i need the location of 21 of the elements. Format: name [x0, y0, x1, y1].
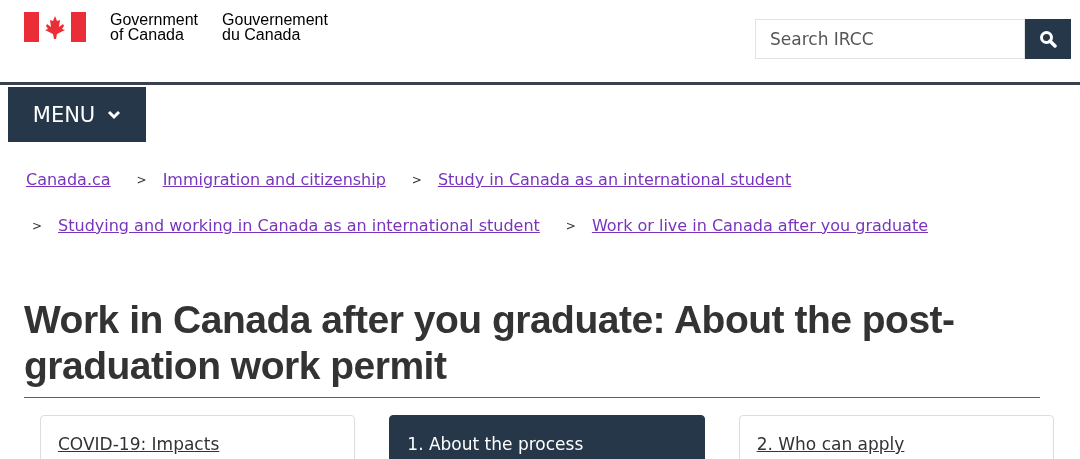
- breadcrumb-separator: >: [565, 218, 576, 235]
- breadcrumb-link[interactable]: Studying and working in Canada as an international student: [58, 216, 540, 236]
- breadcrumb-separator: >: [32, 218, 43, 235]
- breadcrumb-separator: >: [411, 172, 422, 189]
- breadcrumb-link[interactable]: Canada.ca: [26, 170, 111, 190]
- search-field[interactable]: Search IRCC: [755, 19, 1025, 59]
- search-icon: [1039, 30, 1057, 48]
- government-wordmark: Government of Canada: [110, 12, 199, 42]
- government-wordmark: Gouvernement du Canada: [222, 12, 328, 42]
- step-tab[interactable]: 1. About the process: [389, 415, 705, 459]
- step-tab[interactable]: COVID-19: Impacts: [40, 415, 356, 459]
- breadcrumb-separator: >: [136, 172, 147, 189]
- step-tab[interactable]: 2. Who can apply: [738, 415, 1054, 459]
- breadcrumb-link[interactable]: Study in Canada as an international student: [437, 170, 792, 190]
- breadcrumb-link[interactable]: Immigration and citizenship: [162, 170, 386, 190]
- search-button[interactable]: [1025, 19, 1071, 59]
- flag-icon: [24, 12, 86, 42]
- page-title: Work in Canada after you graduate: About the post-graduation work permit: [24, 297, 1040, 398]
- chevron-down-icon: [107, 109, 122, 120]
- breadcrumb-link[interactable]: Work or live in Canada after you graduate: [591, 216, 929, 236]
- menu-button[interactable]: MENU: [8, 87, 146, 142]
